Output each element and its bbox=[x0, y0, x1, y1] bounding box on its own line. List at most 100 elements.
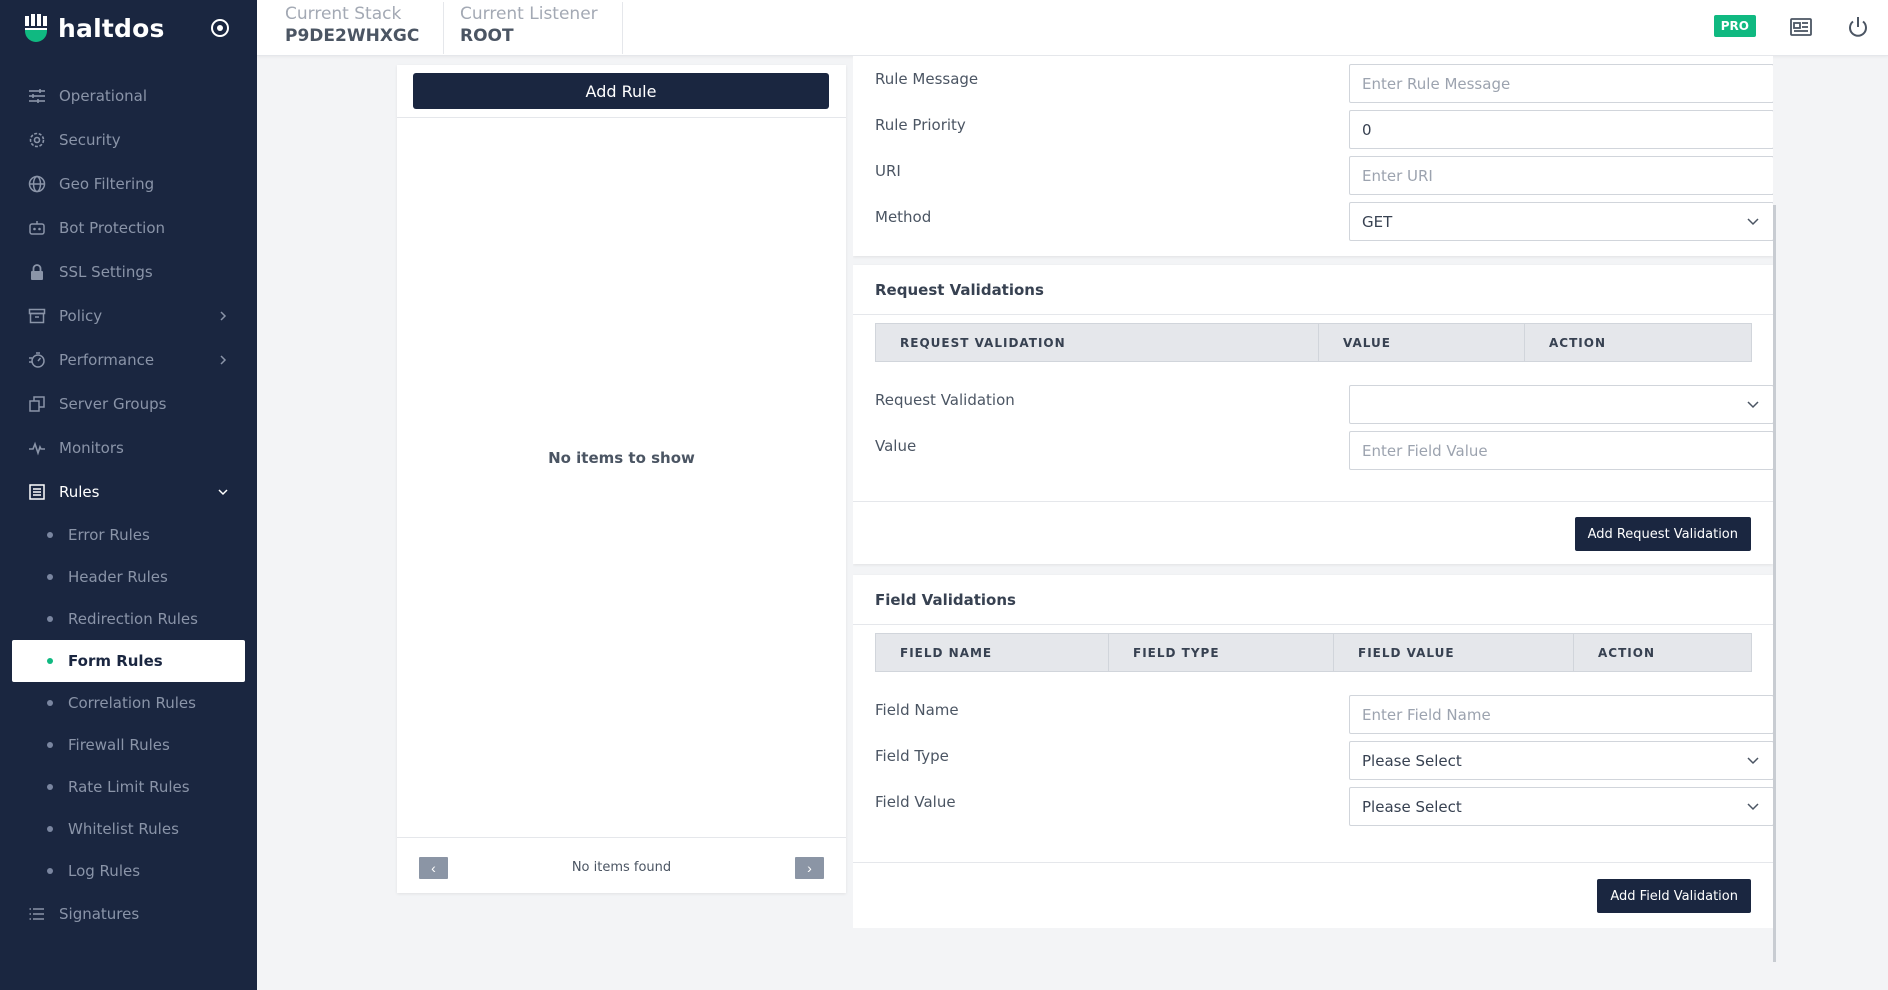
sidebar-subitem-firewall-rules[interactable]: Firewall Rules bbox=[12, 724, 245, 766]
divider bbox=[853, 501, 1773, 502]
field-type-select[interactable]: Please Select bbox=[1349, 741, 1773, 780]
sidebar-subitem-whitelist-rules[interactable]: Whitelist Rules bbox=[12, 808, 245, 850]
current-stack[interactable]: Current Stack P9DE2WHXGC bbox=[257, 2, 445, 54]
sidebar-subitem-label: Rate Limit Rules bbox=[68, 778, 190, 796]
empty-state-message: No items to show bbox=[548, 449, 695, 467]
news-icon[interactable] bbox=[1789, 15, 1813, 39]
sidebar-item-monitors[interactable]: Monitors bbox=[0, 426, 257, 470]
column-header: VALUE bbox=[1319, 324, 1525, 361]
value-row: Value Enter Field Value bbox=[875, 431, 1773, 471]
chevron-right-icon bbox=[220, 311, 227, 321]
sidebar-item-geo-filtering[interactable]: Geo Filtering bbox=[0, 162, 257, 206]
gear-icon bbox=[29, 132, 45, 148]
column-header: FIELD NAME bbox=[876, 634, 1109, 671]
field-value-select[interactable]: Please Select bbox=[1349, 787, 1773, 826]
sidebar-item-label: Rules bbox=[59, 483, 100, 501]
rule-priority-input[interactable]: 0 bbox=[1349, 110, 1773, 149]
pagination-info: No items found bbox=[571, 860, 672, 875]
sidebar-item-label: Bot Protection bbox=[59, 219, 166, 237]
field-name-input[interactable]: Enter Field Name bbox=[1349, 695, 1773, 734]
bot-icon bbox=[29, 221, 45, 235]
sidebar-item-label: SSL Settings bbox=[59, 263, 153, 281]
sidebar-subitem-redirection-rules[interactable]: Redirection Rules bbox=[12, 598, 245, 640]
sidebar-subitem-label: Header Rules bbox=[68, 568, 168, 586]
pro-badge: PRO bbox=[1713, 15, 1756, 37]
globe-icon bbox=[28, 175, 46, 193]
request-validation-select[interactable] bbox=[1349, 385, 1773, 424]
divider bbox=[853, 862, 1773, 863]
sidebar-item-performance[interactable]: Performance bbox=[0, 338, 257, 382]
current-stack-label: Current Stack bbox=[285, 4, 402, 24]
bullet-dot bbox=[47, 574, 53, 580]
bullet-dot bbox=[47, 784, 53, 790]
add-field-validation-button[interactable]: Add Field Validation bbox=[1597, 879, 1751, 913]
sidebar-item-label: Security bbox=[59, 131, 121, 149]
value-label: Value bbox=[875, 437, 917, 455]
sidebar-item-label: Operational bbox=[59, 87, 148, 105]
sidebar-item-label: Performance bbox=[59, 351, 155, 369]
archive-icon bbox=[28, 308, 46, 324]
sidebar-item-label: Monitors bbox=[59, 439, 124, 457]
list-icon bbox=[29, 908, 44, 920]
sidebar-subitem-label: Redirection Rules bbox=[68, 610, 198, 628]
chevron-down-icon bbox=[1747, 218, 1759, 226]
scrollbar[interactable] bbox=[1773, 205, 1776, 962]
sidebar-item-bot-protection[interactable]: Bot Protection bbox=[0, 206, 257, 250]
sidebar-item-server-groups[interactable]: Server Groups bbox=[0, 382, 257, 426]
sidebar-subitem-error-rules[interactable]: Error Rules bbox=[12, 514, 245, 556]
chevron-down-icon bbox=[1747, 401, 1759, 409]
power-icon[interactable] bbox=[1846, 15, 1870, 39]
sidebar-nav: Operational Security Geo Filtering Bot P… bbox=[0, 74, 257, 936]
method-label: Method bbox=[875, 208, 932, 226]
sidebar-item-ssl-settings[interactable]: SSL Settings bbox=[0, 250, 257, 294]
sidebar-item-label: Server Groups bbox=[59, 395, 167, 413]
sidebar-item-label: Signatures bbox=[59, 905, 140, 923]
pulse-icon bbox=[29, 441, 45, 456]
sidebar-subitem-rate-limit-rules[interactable]: Rate Limit Rules bbox=[12, 766, 245, 808]
sidebar-subitem-header-rules[interactable]: Header Rules bbox=[12, 556, 245, 598]
method-select[interactable]: GET bbox=[1349, 202, 1773, 241]
speed-icon bbox=[29, 352, 45, 368]
rule-message-input[interactable]: Enter Rule Message bbox=[1349, 64, 1773, 103]
sidebar-item-rules[interactable]: Rules bbox=[0, 470, 257, 514]
uri-input[interactable]: Enter URI bbox=[1349, 156, 1773, 195]
field-validations-table-header: FIELD NAME FIELD TYPE FIELD VALUE ACTION bbox=[875, 633, 1752, 672]
list-box-icon bbox=[29, 484, 45, 500]
topbar: Current Stack P9DE2WHXGC Current Listene… bbox=[257, 0, 1888, 56]
sidebar-subitem-label: Whitelist Rules bbox=[68, 820, 179, 838]
value-input[interactable]: Enter Field Value bbox=[1349, 431, 1773, 470]
sidebar-item-security[interactable]: Security bbox=[0, 118, 257, 162]
sidebar-subitem-log-rules[interactable]: Log Rules bbox=[12, 850, 245, 892]
bullet-dot bbox=[47, 868, 53, 874]
sidebar-subitem-label: Correlation Rules bbox=[68, 694, 196, 712]
current-listener-label: Current Listener bbox=[460, 4, 598, 24]
add-rule-button[interactable]: Add Rule bbox=[413, 73, 829, 109]
sidebar-item-operational[interactable]: Operational bbox=[0, 74, 257, 118]
sidebar-subitem-correlation-rules[interactable]: Correlation Rules bbox=[12, 682, 245, 724]
column-header: FIELD TYPE bbox=[1109, 634, 1334, 671]
field-type-label: Field Type bbox=[875, 747, 949, 765]
bullet-dot bbox=[47, 616, 53, 622]
rule-priority-row: Rule Priority 0 bbox=[875, 110, 1773, 150]
bullet-dot bbox=[47, 742, 53, 748]
field-value-value: Please Select bbox=[1362, 797, 1462, 816]
settings-target-icon[interactable] bbox=[209, 17, 231, 39]
current-listener[interactable]: Current Listener ROOT bbox=[432, 2, 623, 54]
bullet-dot bbox=[47, 700, 53, 706]
sidebar-item-label: Policy bbox=[59, 307, 103, 325]
current-stack-value: P9DE2WHXGC bbox=[285, 26, 420, 46]
sidebar-item-policy[interactable]: Policy bbox=[0, 294, 257, 338]
sidebar: haltdos Operational Security Geo Filteri… bbox=[0, 0, 257, 990]
request-validations-title: Request Validations bbox=[853, 265, 1773, 315]
next-page-button[interactable]: › bbox=[795, 857, 824, 879]
field-type-row: Field Type Please Select bbox=[875, 741, 1773, 781]
add-request-validation-button[interactable]: Add Request Validation bbox=[1574, 517, 1751, 551]
sidebar-subitem-form-rules[interactable]: Form Rules bbox=[12, 640, 245, 682]
bullet-dot bbox=[47, 532, 53, 538]
copy-icon bbox=[29, 396, 45, 412]
method-row: Method GET bbox=[875, 202, 1773, 242]
rule-message-label: Rule Message bbox=[875, 70, 979, 88]
request-validation-label: Request Validation bbox=[875, 391, 1015, 409]
sidebar-item-signatures[interactable]: Signatures bbox=[0, 892, 257, 936]
divider bbox=[397, 117, 846, 118]
